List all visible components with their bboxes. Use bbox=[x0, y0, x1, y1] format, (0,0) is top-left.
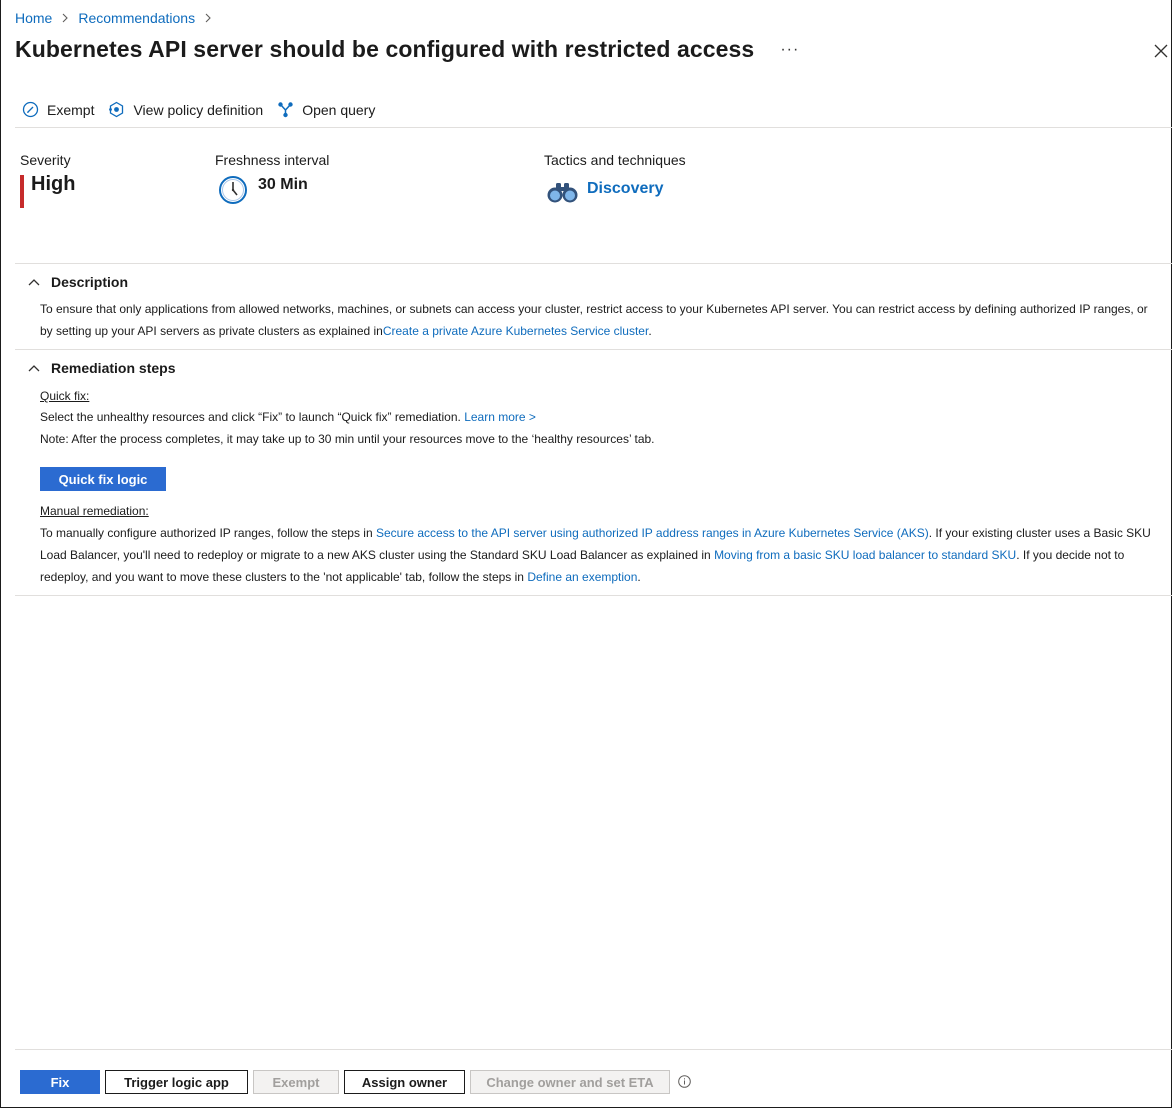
manual-remediation-label: Manual remediation: bbox=[40, 504, 149, 518]
exempt-icon bbox=[22, 101, 39, 118]
trigger-logic-app-button[interactable]: Trigger logic app bbox=[105, 1070, 248, 1094]
define-exemption-link[interactable]: Define an exemption bbox=[527, 570, 637, 584]
fix-button[interactable]: Fix bbox=[20, 1070, 100, 1094]
description-heading: Description bbox=[51, 274, 129, 290]
quick-fix-note: Note: After the process completes, it ma… bbox=[40, 432, 655, 446]
open-query-command[interactable]: Open query bbox=[277, 101, 375, 118]
manual-remediation-text: To manually configure authorized IP rang… bbox=[40, 522, 1162, 588]
description-divider bbox=[15, 349, 1172, 350]
secure-access-aks-link[interactable]: Secure access to the API server using au… bbox=[376, 526, 929, 540]
remediation-heading: Remediation steps bbox=[51, 360, 176, 376]
tactics-label: Tactics and techniques bbox=[544, 152, 686, 168]
breadcrumb-home-link[interactable]: Home bbox=[15, 10, 52, 26]
description-text: To ensure that only applications from al… bbox=[40, 298, 1162, 342]
info-divider bbox=[15, 263, 1172, 264]
page-title: Kubernetes API server should be configur… bbox=[15, 36, 755, 62]
query-icon bbox=[278, 102, 293, 118]
breadcrumb: Home Recommendations bbox=[15, 10, 221, 26]
description-section-toggle[interactable]: Description bbox=[28, 274, 128, 290]
basic-to-standard-sku-link[interactable]: Moving from a basic SKU load balancer to… bbox=[714, 548, 1016, 562]
tactic-discovery-link[interactable]: Discovery bbox=[587, 180, 664, 198]
exempt-button: Exempt bbox=[253, 1070, 339, 1094]
assign-owner-button[interactable]: Assign owner bbox=[344, 1070, 465, 1094]
command-bar: Exempt View policy definition Open query bbox=[22, 101, 389, 118]
more-options-button[interactable]: ··· bbox=[780, 41, 799, 59]
quick-fix-label: Quick fix: bbox=[40, 389, 90, 403]
severity-label: Severity bbox=[20, 152, 71, 168]
severity-value: High bbox=[31, 173, 76, 195]
manual-text-1: To manually configure authorized IP rang… bbox=[40, 526, 373, 540]
remediation-section-toggle[interactable]: Remediation steps bbox=[28, 360, 175, 376]
freshness-label: Freshness interval bbox=[215, 152, 330, 168]
toolbar-divider bbox=[15, 127, 1172, 128]
change-owner-button: Change owner and set ETA bbox=[470, 1070, 670, 1094]
exempt-command-label: Exempt bbox=[47, 101, 95, 118]
view-policy-command[interactable]: View policy definition bbox=[108, 101, 263, 118]
learn-more-link[interactable]: Learn more > bbox=[464, 410, 536, 424]
info-icon[interactable] bbox=[678, 1075, 691, 1088]
open-query-command-label: Open query bbox=[302, 101, 376, 118]
close-icon[interactable] bbox=[1152, 42, 1170, 60]
create-private-cluster-link[interactable]: Create a private Azure Kubernetes Servic… bbox=[383, 324, 648, 338]
description-end: . bbox=[648, 324, 652, 338]
chevron-right-icon bbox=[61, 13, 69, 23]
binoculars-icon bbox=[547, 183, 578, 203]
clock-icon bbox=[219, 176, 247, 204]
chevron-up-icon bbox=[28, 365, 40, 372]
title-row: Kubernetes API server should be configur… bbox=[15, 36, 799, 63]
manual-end: . bbox=[637, 570, 641, 584]
view-policy-command-label: View policy definition bbox=[133, 101, 264, 118]
severity-indicator bbox=[20, 175, 24, 208]
quick-fix-instructions: Select the unhealthy resources and click… bbox=[40, 410, 461, 424]
remediation-divider bbox=[15, 595, 1172, 596]
action-bar-divider bbox=[15, 1049, 1172, 1050]
exempt-command[interactable]: Exempt bbox=[22, 101, 94, 118]
freshness-value: 30 Min bbox=[258, 176, 308, 193]
quick-fix-logic-button[interactable]: Quick fix logic bbox=[40, 467, 166, 491]
quick-fix-text: Select the unhealthy resources and click… bbox=[40, 406, 1162, 428]
chevron-right-icon bbox=[204, 13, 212, 23]
policy-definition-icon bbox=[109, 101, 124, 118]
chevron-up-icon bbox=[28, 279, 40, 286]
breadcrumb-recommendations-link[interactable]: Recommendations bbox=[78, 10, 195, 26]
